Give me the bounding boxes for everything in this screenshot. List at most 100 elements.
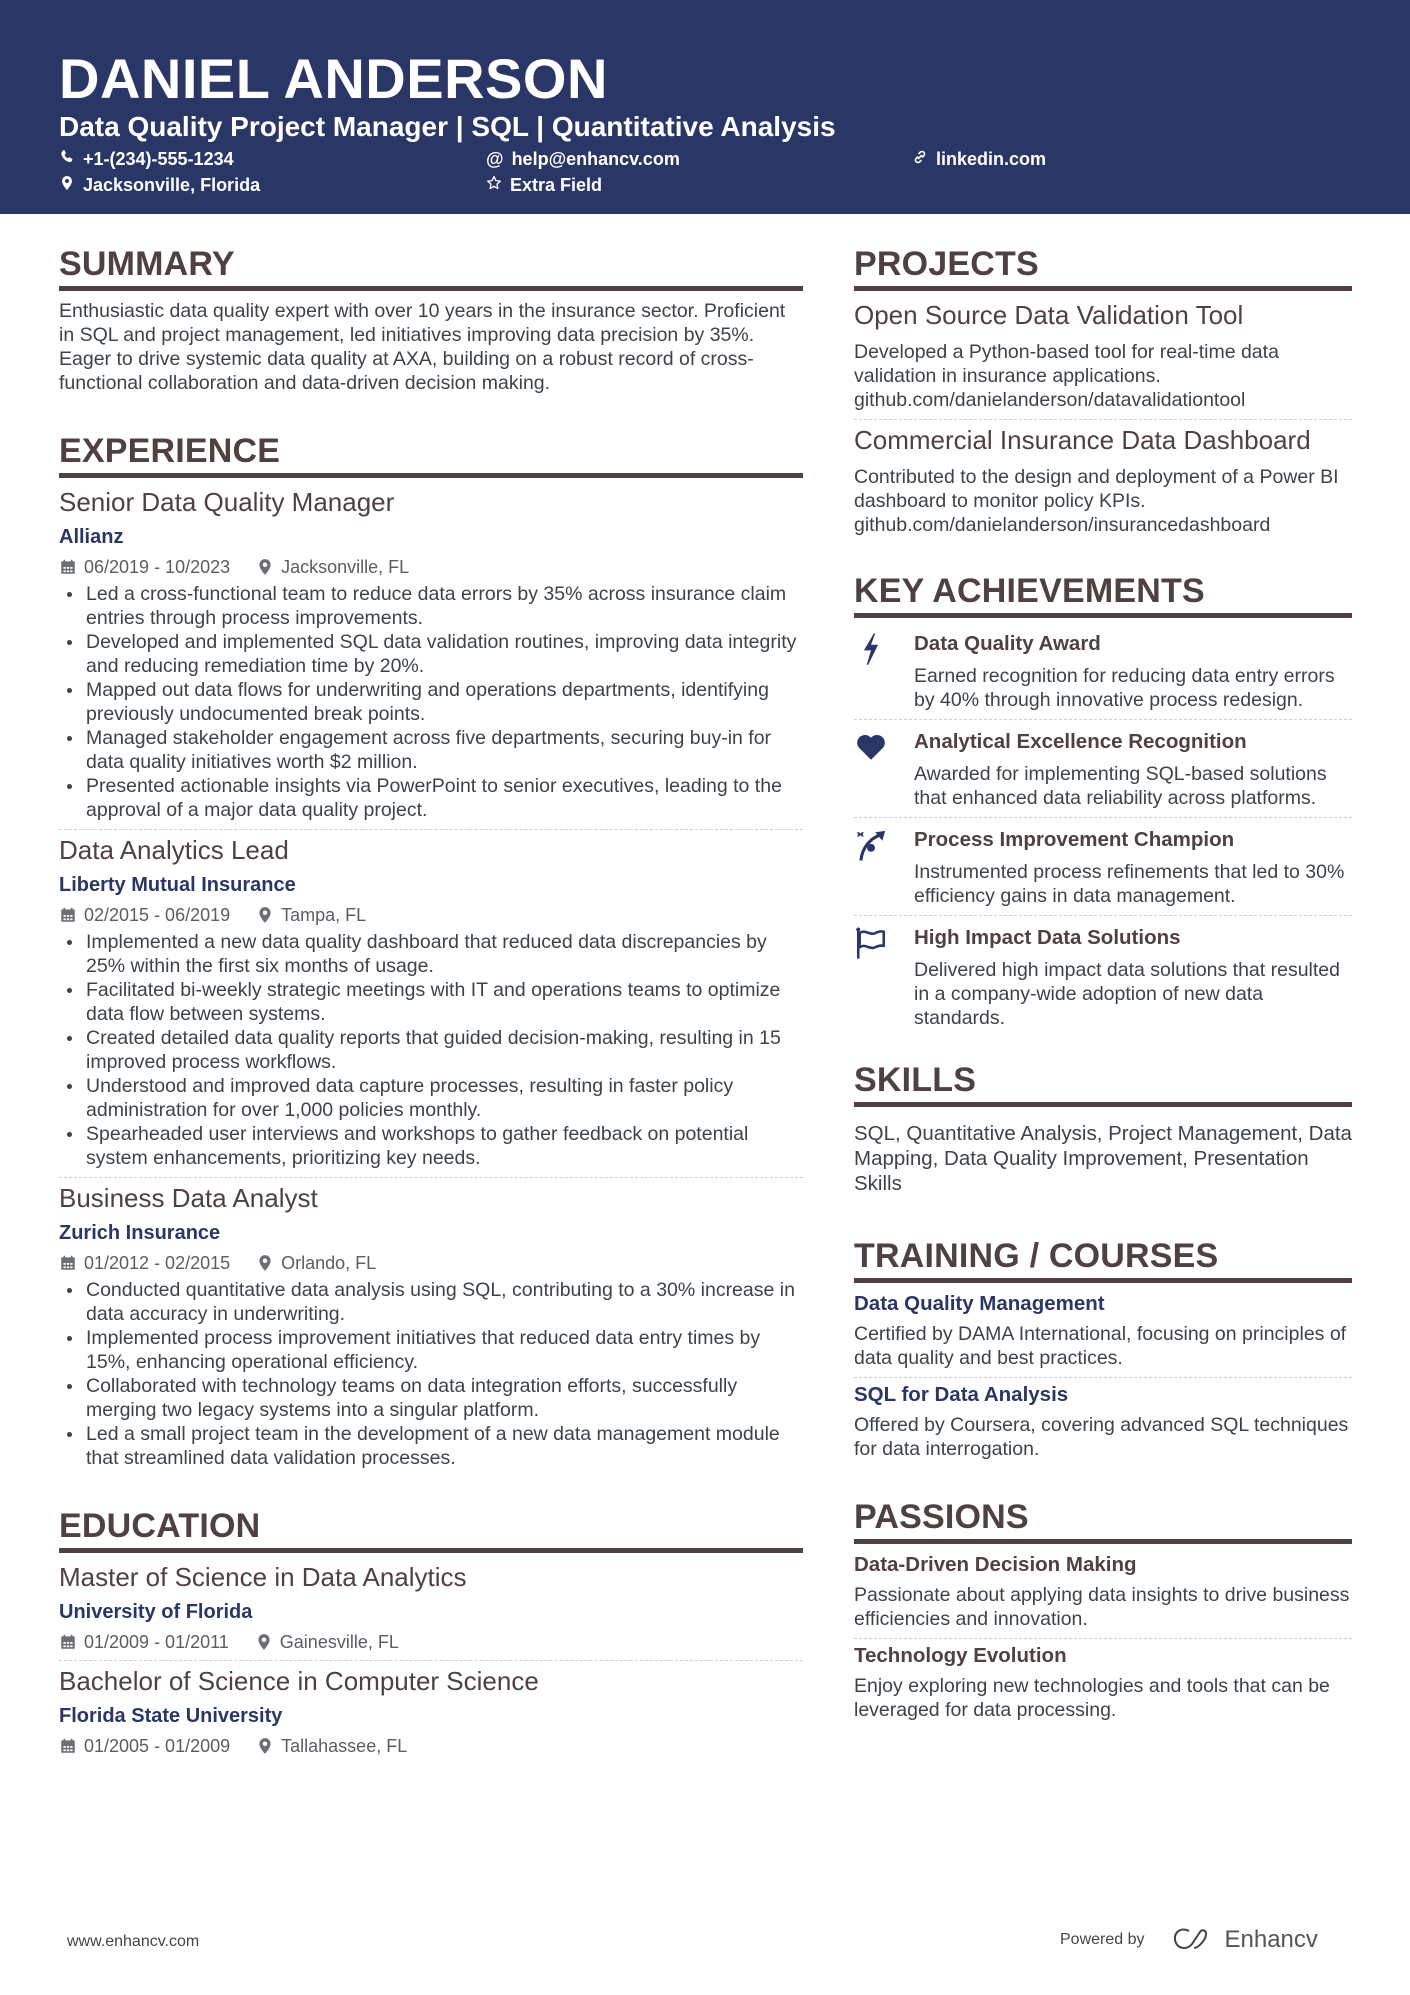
experience-item: Data Analytics Lead Liberty Mutual Insur… [59, 834, 803, 1170]
project-title: Open Source Data Validation Tool [854, 300, 1244, 330]
job-bullets: Implemented a new data quality dashboard… [59, 930, 803, 1170]
project-description: Contributed to the design and deployment… [854, 466, 1339, 512]
education-dates: 01/2005 - 01/2009 [84, 1736, 231, 1756]
education-section: EDUCATION Master of Science in Data Anal… [59, 1506, 803, 1757]
passions-heading: PASSIONS [854, 1498, 1029, 1536]
education-location: Tallahassee, FL [281, 1736, 408, 1756]
item-divider [59, 829, 803, 830]
education-item: Master of Science in Data Analytics Univ… [59, 1561, 803, 1653]
job-bullet: Presented actionable insights via PowerP… [59, 774, 803, 822]
achievement-item: Data Quality Award Earned recognition fo… [854, 626, 1352, 712]
job-bullets: Led a cross-functional team to reduce da… [59, 582, 803, 822]
achievement-title: Data Quality Award [914, 632, 1101, 655]
enhancv-logo-icon [1173, 1928, 1207, 1949]
flag-icon [854, 920, 914, 1030]
calendar-icon [59, 1737, 77, 1755]
skills-list: SQL, Quantitative Analysis, Project Mana… [854, 1122, 1352, 1195]
education-item: Bachelor of Science in Computer Science … [59, 1665, 803, 1757]
contact-extra-text: Extra Field [510, 175, 603, 195]
job-location: Orlando, FL [281, 1253, 377, 1273]
item-divider [854, 915, 1352, 916]
contact-phone-text: +1-(234)-555-1234 [83, 149, 234, 169]
degree-title: Master of Science in Data Analytics [59, 1562, 467, 1592]
job-bullet: Facilitated bi-weekly strategic meetings… [59, 978, 803, 1026]
experience-heading: EXPERIENCE [59, 432, 281, 470]
calendar-icon [59, 558, 77, 576]
project-title: Commercial Insurance Data Dashboard [854, 425, 1311, 455]
job-bullet: Led a small project team in the developm… [59, 1422, 803, 1470]
job-bullet: Mapped out data flows for underwriting a… [59, 678, 803, 726]
project-description: Developed a Python-based tool for real-t… [854, 341, 1279, 387]
course-description: Offered by Coursera, covering advanced S… [854, 1414, 1349, 1460]
passions-section: PASSIONS Data-Driven Decision Making Pas… [854, 1497, 1352, 1722]
job-bullet: Developed and implemented SQL data valid… [59, 630, 803, 678]
section-divider [59, 473, 803, 478]
achievement-description: Earned recognition for reducing data ent… [914, 665, 1335, 711]
achievement-title: Process Improvement Champion [914, 828, 1235, 851]
link-icon [912, 148, 928, 170]
item-divider [854, 1638, 1352, 1639]
job-bullet: Spearheaded user interviews and workshop… [59, 1122, 803, 1170]
phone-icon [59, 148, 75, 170]
passion-description: Enjoy exploring new technologies and too… [854, 1675, 1330, 1721]
experience-item: Senior Data Quality Manager Allianz 06/2… [59, 486, 803, 822]
location-icon [256, 906, 274, 924]
contact-location: Jacksonville, Florida [59, 174, 260, 196]
right-column: PROJECTS Open Source Data Validation Too… [854, 244, 1352, 1722]
powered-by-label: Powered by [1060, 1931, 1145, 1948]
job-title: Data Analytics Lead [59, 835, 289, 865]
projects-heading: PROJECTS [854, 245, 1039, 283]
projects-section: PROJECTS Open Source Data Validation Too… [854, 244, 1352, 537]
project-item: Open Source Data Validation Tool Develop… [854, 299, 1352, 412]
summary-section: SUMMARY Enthusiastic data quality expert… [59, 244, 803, 395]
job-location: Jacksonville, FL [281, 557, 410, 577]
achievements-section: KEY ACHIEVEMENTS Data Quality Award Earn… [854, 571, 1352, 1030]
at-icon: @ [486, 149, 504, 169]
location-icon [255, 1633, 273, 1651]
education-meta: 01/2009 - 01/2011 Gainesville, FL [59, 1631, 803, 1653]
achievement-item: Process Improvement Champion Instrumente… [854, 822, 1352, 908]
resume-header: DANIEL ANDERSON Data Quality Project Man… [0, 0, 1410, 214]
contact-phone[interactable]: +1-(234)-555-1234 [59, 148, 234, 170]
achievement-description: Awarded for implementing SQL-based solut… [914, 763, 1327, 809]
training-section: TRAINING / COURSES Data Quality Manageme… [854, 1236, 1352, 1461]
company-name: Zurich Insurance [59, 1222, 221, 1244]
heart-icon [854, 724, 914, 810]
contact-linkedin[interactable]: linkedin.com [912, 148, 1046, 170]
section-divider [854, 1539, 1352, 1544]
enhancv-logo[interactable]: Enhancv [1171, 1926, 1318, 1954]
section-divider [854, 1278, 1352, 1283]
skills-heading: SKILLS [854, 1061, 977, 1099]
passion-item: Technology Evolution Enjoy exploring new… [854, 1643, 1352, 1722]
job-meta: 02/2015 - 06/2019 Tampa, FL [59, 904, 803, 926]
section-divider [854, 613, 1352, 618]
calendar-icon [59, 1633, 77, 1651]
skills-section: SKILLS SQL, Quantitative Analysis, Proje… [854, 1060, 1352, 1196]
achievement-title: High Impact Data Solutions [914, 926, 1181, 949]
course-title: Data Quality Management [854, 1292, 1105, 1315]
training-heading: TRAINING / COURSES [854, 1237, 1219, 1275]
school-name: University of Florida [59, 1601, 253, 1623]
company-name: Allianz [59, 526, 124, 548]
education-dates: 01/2009 - 01/2011 [84, 1632, 229, 1652]
course-item: Data Quality Management Certified by DAM… [854, 1291, 1352, 1370]
course-item: SQL for Data Analysis Offered by Courser… [854, 1382, 1352, 1461]
enhancv-brand-text: Enhancv [1224, 1926, 1318, 1953]
achievement-description: Delivered high impact data solutions tha… [914, 959, 1340, 1029]
contact-email[interactable]: @ help@enhancv.com [486, 148, 680, 170]
experience-item: Business Data Analyst Zurich Insurance 0… [59, 1182, 803, 1470]
job-bullet: Created detailed data quality reports th… [59, 1026, 803, 1074]
footer-website[interactable]: www.enhancv.com [67, 1933, 199, 1951]
course-title: SQL for Data Analysis [854, 1383, 1069, 1406]
section-divider [59, 286, 803, 291]
project-link[interactable]: github.com/danielanderson/insurancedashb… [854, 513, 1352, 537]
item-divider [59, 1660, 803, 1661]
job-dates: 02/2015 - 06/2019 [84, 905, 231, 925]
passion-item: Data-Driven Decision Making Passionate a… [854, 1552, 1352, 1631]
course-description: Certified by DAMA International, focusin… [854, 1323, 1347, 1369]
job-bullet: Understood and improved data capture pro… [59, 1074, 803, 1122]
project-link[interactable]: github.com/danielanderson/datavalidation… [854, 388, 1352, 412]
job-bullet: Managed stakeholder engagement across fi… [59, 726, 803, 774]
education-meta: 01/2005 - 01/2009 Tallahassee, FL [59, 1735, 803, 1757]
location-icon [256, 1737, 274, 1755]
